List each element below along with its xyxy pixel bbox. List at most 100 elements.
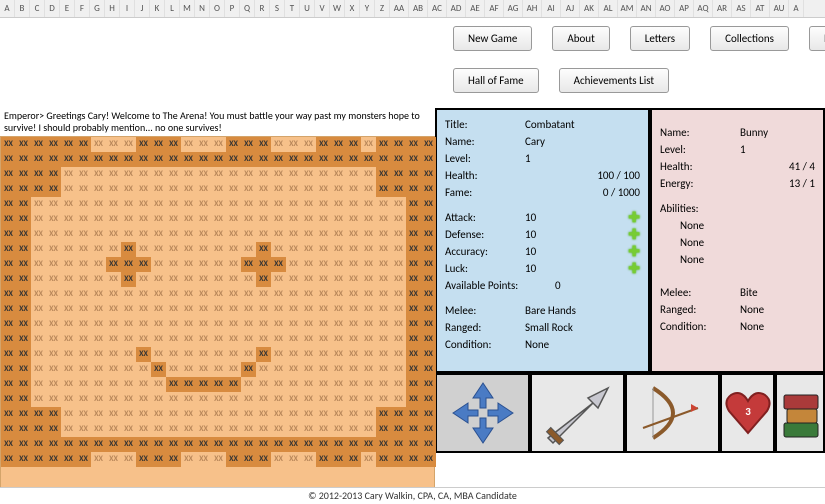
arena-cell: XX (136, 332, 151, 347)
column-header[interactable]: R (255, 0, 270, 17)
column-header[interactable]: P (225, 0, 240, 17)
column-header[interactable]: B (15, 0, 30, 17)
e-level-value: 1 (740, 141, 815, 158)
column-header[interactable]: AF (485, 0, 504, 17)
move-button[interactable] (435, 375, 530, 453)
column-header[interactable]: AS (732, 0, 751, 17)
accuracy-plus-icon[interactable]: ✚ (628, 243, 640, 260)
arena-cell: XX (256, 212, 271, 227)
column-header[interactable]: AN (637, 0, 656, 17)
arena-cell: XX (151, 407, 166, 422)
health-button[interactable]: 3 (720, 375, 775, 453)
column-header[interactable]: M (180, 0, 195, 17)
arena-cell: XX (421, 287, 436, 302)
column-header[interactable]: AT (751, 0, 770, 17)
arena-cell: XX (136, 182, 151, 197)
arena-cell: XX (421, 407, 436, 422)
arena-cell: XX (256, 377, 271, 392)
column-header[interactable]: A (0, 0, 15, 17)
column-header[interactable]: AI (542, 0, 561, 17)
arena-cell: XX (121, 317, 136, 332)
arena-cell: XX (391, 197, 406, 212)
game-arena[interactable]: }) :) XXXXXXXXXXXXXXXXXXXXXXXXXXXXXXXXXX… (0, 136, 435, 503)
column-header[interactable]: H (105, 0, 120, 17)
about-button[interactable]: About (552, 26, 609, 51)
column-header[interactable]: AP (675, 0, 694, 17)
column-header[interactable]: AJ (561, 0, 580, 17)
arena-cell: XX (46, 182, 61, 197)
column-header[interactable]: AL (599, 0, 618, 17)
column-header[interactable]: V (315, 0, 330, 17)
column-header[interactable]: O (210, 0, 225, 17)
arena-cell: XX (1, 152, 16, 167)
letters-button[interactable]: Letters (630, 26, 690, 51)
arena-cell: XX (181, 302, 196, 317)
collections-button[interactable]: Collections (710, 26, 789, 51)
arena-cell: XX (361, 287, 376, 302)
arena-cell: XX (31, 227, 46, 242)
column-header[interactable]: S (270, 0, 285, 17)
column-header[interactable]: N (195, 0, 210, 17)
column-header[interactable]: I (120, 0, 135, 17)
arena-cell: XX (136, 197, 151, 212)
arena-cell: XX (391, 362, 406, 377)
arena-cell: XX (241, 152, 256, 167)
arena-cell: XX (391, 407, 406, 422)
column-header[interactable]: AE (466, 0, 485, 17)
arena-cell: XX (211, 167, 226, 182)
arena-cell: XX (151, 302, 166, 317)
column-header[interactable]: AQ (694, 0, 713, 17)
column-header[interactable]: C (30, 0, 45, 17)
column-header[interactable]: AG (504, 0, 523, 17)
achievements-button[interactable]: Achievements List (559, 68, 670, 93)
attack-label: Attack: (445, 209, 525, 226)
column-header[interactable]: E (60, 0, 75, 17)
arena-cell: XX (91, 227, 106, 242)
column-header[interactable]: D (45, 0, 60, 17)
column-header[interactable]: T (285, 0, 300, 17)
column-header[interactable]: AM (618, 0, 637, 17)
e-melee-value: Bite (740, 284, 815, 301)
arena-cell: XX (211, 287, 226, 302)
arena-cell: XX (196, 287, 211, 302)
column-header[interactable]: L (165, 0, 180, 17)
defense-plus-icon[interactable]: ✚ (628, 226, 640, 243)
column-header[interactable]: J (135, 0, 150, 17)
new-game-button[interactable]: New Game (453, 26, 532, 51)
column-header[interactable]: AR (713, 0, 732, 17)
arena-cell: XX (226, 227, 241, 242)
luck-plus-icon[interactable]: ✚ (628, 260, 640, 277)
ranged-button[interactable] (625, 375, 720, 453)
arena-cell: XX (256, 167, 271, 182)
column-header[interactable]: A (789, 0, 804, 17)
arena-cell: XX (1, 347, 16, 362)
column-header[interactable]: U (300, 0, 315, 17)
column-header[interactable]: Q (240, 0, 255, 17)
column-header[interactable]: X (345, 0, 360, 17)
column-header[interactable]: AK (580, 0, 599, 17)
column-header[interactable]: Z (375, 0, 390, 17)
column-header[interactable]: AU (770, 0, 789, 17)
column-header[interactable]: Y (360, 0, 375, 17)
column-header[interactable]: AH (523, 0, 542, 17)
column-header[interactable]: AD (447, 0, 466, 17)
arena-cell: XX (121, 422, 136, 437)
attack-plus-icon[interactable]: ✚ (628, 209, 640, 226)
column-header[interactable]: K (150, 0, 165, 17)
re-button[interactable]: Re (809, 26, 825, 51)
column-header[interactable]: W (330, 0, 345, 17)
column-header[interactable]: AB (409, 0, 428, 17)
column-header[interactable]: F (75, 0, 90, 17)
column-header[interactable]: AO (656, 0, 675, 17)
melee-button[interactable] (530, 375, 625, 453)
column-header[interactable]: G (90, 0, 105, 17)
arena-cell: XX (271, 257, 286, 272)
arena-cell: XX (106, 317, 121, 332)
arena-cell: XX (181, 272, 196, 287)
spellbook-button[interactable] (775, 375, 825, 453)
hall-of-fame-button[interactable]: Hall of Fame (453, 68, 539, 93)
column-header[interactable]: AA (390, 0, 409, 17)
arena-cell: XX (271, 212, 286, 227)
arena-cell: XX (106, 257, 121, 272)
column-header[interactable]: AC (428, 0, 447, 17)
